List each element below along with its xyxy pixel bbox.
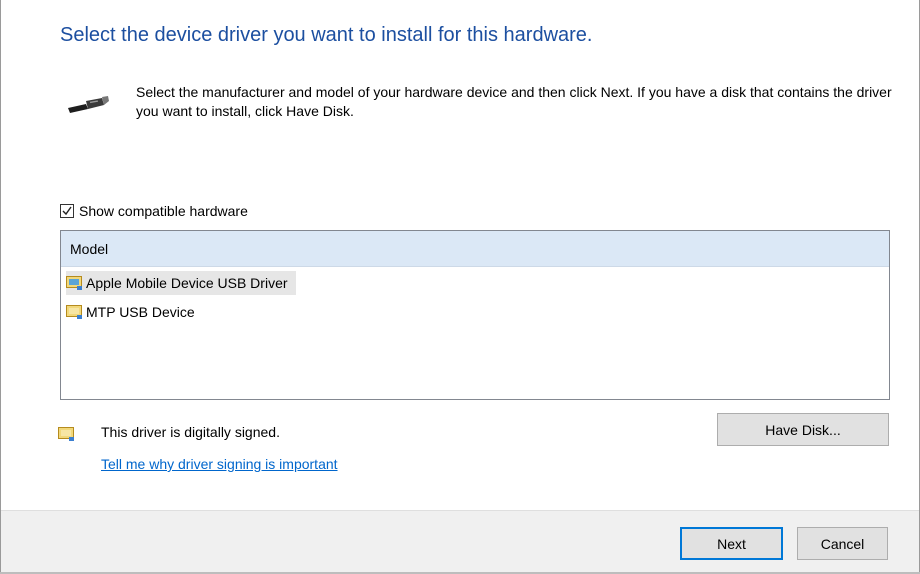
signing-status-text: This driver is digitally signed. xyxy=(101,424,280,440)
cancel-button[interactable]: Cancel xyxy=(797,527,888,560)
model-listbox[interactable]: Model Apple Mobile Device USB Driver MTP… xyxy=(60,230,890,400)
signed-driver-icon xyxy=(58,427,74,441)
page-title: Select the device driver you want to ins… xyxy=(60,24,593,46)
driver-icon xyxy=(66,275,82,290)
instruction-text: Select the manufacturer and model of you… xyxy=(136,84,892,119)
show-compatible-label: Show compatible hardware xyxy=(79,203,248,219)
window-border-left xyxy=(0,0,1,574)
driver-signing-link[interactable]: Tell me why driver signing is important xyxy=(101,456,338,472)
have-disk-button[interactable]: Have Disk... xyxy=(717,413,889,446)
model-column-header[interactable]: Model xyxy=(61,231,889,267)
model-item-apple-mobile-device[interactable]: Apple Mobile Device USB Driver xyxy=(66,271,296,295)
model-item-label: MTP USB Device xyxy=(86,304,195,320)
driver-icon xyxy=(66,304,82,319)
next-button[interactable]: Next xyxy=(680,527,783,560)
show-compatible-hardware[interactable]: Show compatible hardware xyxy=(60,203,248,219)
checkmark-icon xyxy=(62,206,72,216)
model-item-mtp-usb-device[interactable]: MTP USB Device xyxy=(66,300,203,324)
usb-cable-icon xyxy=(68,96,109,113)
model-header-label: Model xyxy=(70,240,109,257)
model-item-label: Apple Mobile Device USB Driver xyxy=(86,275,288,291)
show-compatible-checkbox[interactable] xyxy=(60,204,74,218)
